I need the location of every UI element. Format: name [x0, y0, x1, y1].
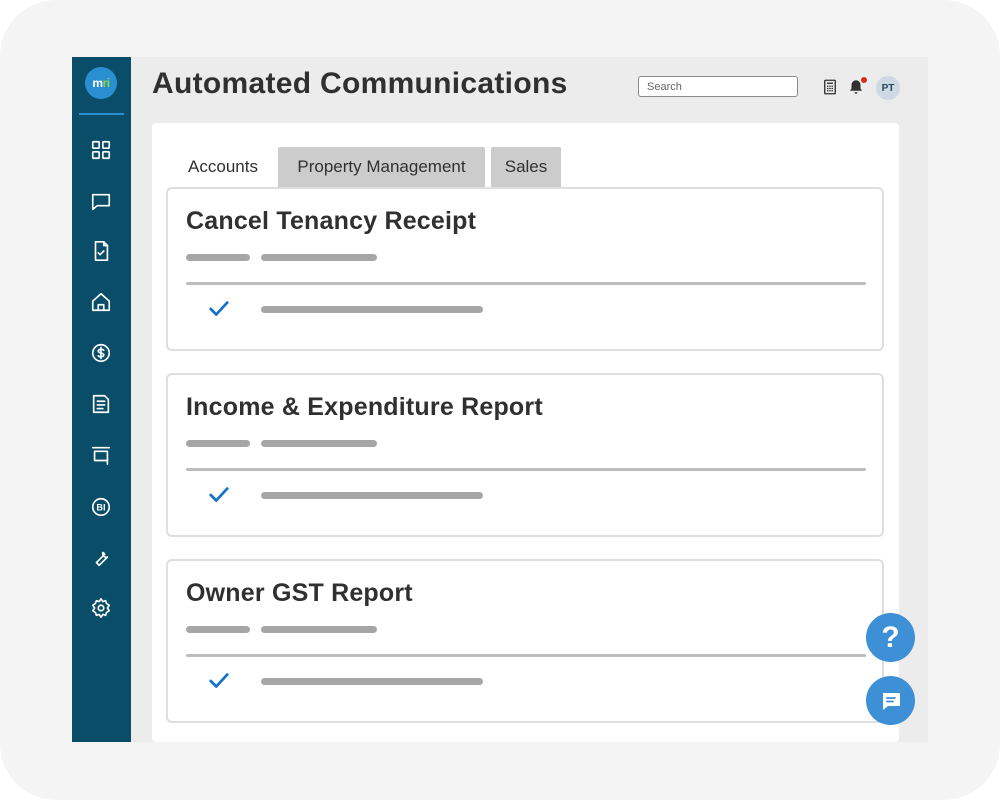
- check-icon: [209, 301, 229, 316]
- logo-text: mri: [92, 76, 110, 90]
- check-icon: [209, 673, 229, 688]
- chat-button[interactable]: [866, 676, 915, 725]
- article-icon: [92, 394, 110, 414]
- card-divider: [186, 282, 866, 285]
- document-check-icon: [94, 241, 109, 261]
- card-title: Income & Expenditure Report: [186, 393, 543, 421]
- placeholder-bar: [261, 306, 483, 313]
- card-divider: [186, 654, 866, 657]
- sidebar: mri BI: [72, 57, 131, 742]
- card-title: Cancel Tenancy Receipt: [186, 207, 477, 235]
- sidebar-item-presentations[interactable]: [88, 442, 114, 468]
- page-title: Automated Communications: [152, 67, 568, 100]
- sidebar-item-dashboard[interactable]: [88, 137, 114, 163]
- sidebar-item-properties[interactable]: [88, 289, 114, 315]
- search-input[interactable]: [638, 76, 798, 97]
- communication-card[interactable]: Cancel Tenancy Receipt: [166, 187, 884, 351]
- calculator-icon: [824, 79, 836, 95]
- sidebar-item-reports[interactable]: [88, 391, 114, 417]
- device-frame: mri BI Automated Communications Search P…: [0, 0, 1000, 800]
- bi-icon: BI: [91, 497, 111, 517]
- placeholder-bar: [261, 254, 377, 261]
- card-title: Owner GST Report: [186, 579, 413, 607]
- help-button[interactable]: ?: [866, 613, 915, 662]
- enabled-checkbox[interactable]: [208, 298, 230, 320]
- enabled-checkbox[interactable]: [208, 670, 230, 692]
- chat-bubble-icon: [882, 692, 900, 710]
- dollar-icon: [91, 343, 111, 363]
- app-logo[interactable]: mri: [85, 67, 117, 99]
- placeholder-bar: [261, 440, 377, 447]
- sidebar-item-documents[interactable]: [88, 238, 114, 264]
- app-window: mri BI Automated Communications Search P…: [72, 57, 928, 742]
- sidebar-item-tools[interactable]: [88, 545, 114, 571]
- placeholder-bar: [261, 626, 377, 633]
- card-divider: [186, 468, 866, 471]
- avatar[interactable]: PT: [876, 76, 900, 100]
- sidebar-item-settings[interactable]: [88, 595, 114, 621]
- content-panel: Accounts Property Management Sales Cance…: [152, 123, 899, 742]
- tab-sales[interactable]: Sales: [491, 147, 561, 187]
- dashboard-icon: [91, 140, 111, 160]
- communication-card[interactable]: Owner GST Report: [166, 559, 884, 723]
- sidebar-item-accounts[interactable]: [88, 340, 114, 366]
- wrench-icon: [95, 551, 109, 567]
- sidebar-divider: [79, 113, 124, 115]
- tab-accounts[interactable]: Accounts: [176, 147, 270, 187]
- placeholder-bar: [186, 626, 250, 633]
- placeholder-bar: [261, 492, 483, 499]
- enabled-checkbox[interactable]: [208, 484, 230, 506]
- chat-icon: [91, 193, 111, 211]
- check-icon: [209, 487, 229, 502]
- settings-icon: [91, 598, 111, 618]
- sidebar-item-bi[interactable]: BI: [88, 494, 114, 520]
- placeholder-bar: [186, 440, 250, 447]
- tab-property-management[interactable]: Property Management: [278, 147, 485, 187]
- sidebar-item-messages[interactable]: [88, 189, 114, 215]
- placeholder-bar: [261, 678, 483, 685]
- notification-dot: [861, 77, 867, 83]
- house-icon: [91, 292, 111, 312]
- calculator-button[interactable]: [819, 76, 841, 98]
- notifications-button[interactable]: [845, 76, 867, 98]
- placeholder-bar: [186, 254, 250, 261]
- svg-text:BI: BI: [96, 503, 105, 513]
- presentation-icon: [91, 446, 111, 465]
- communication-card[interactable]: Income & Expenditure Report: [166, 373, 884, 537]
